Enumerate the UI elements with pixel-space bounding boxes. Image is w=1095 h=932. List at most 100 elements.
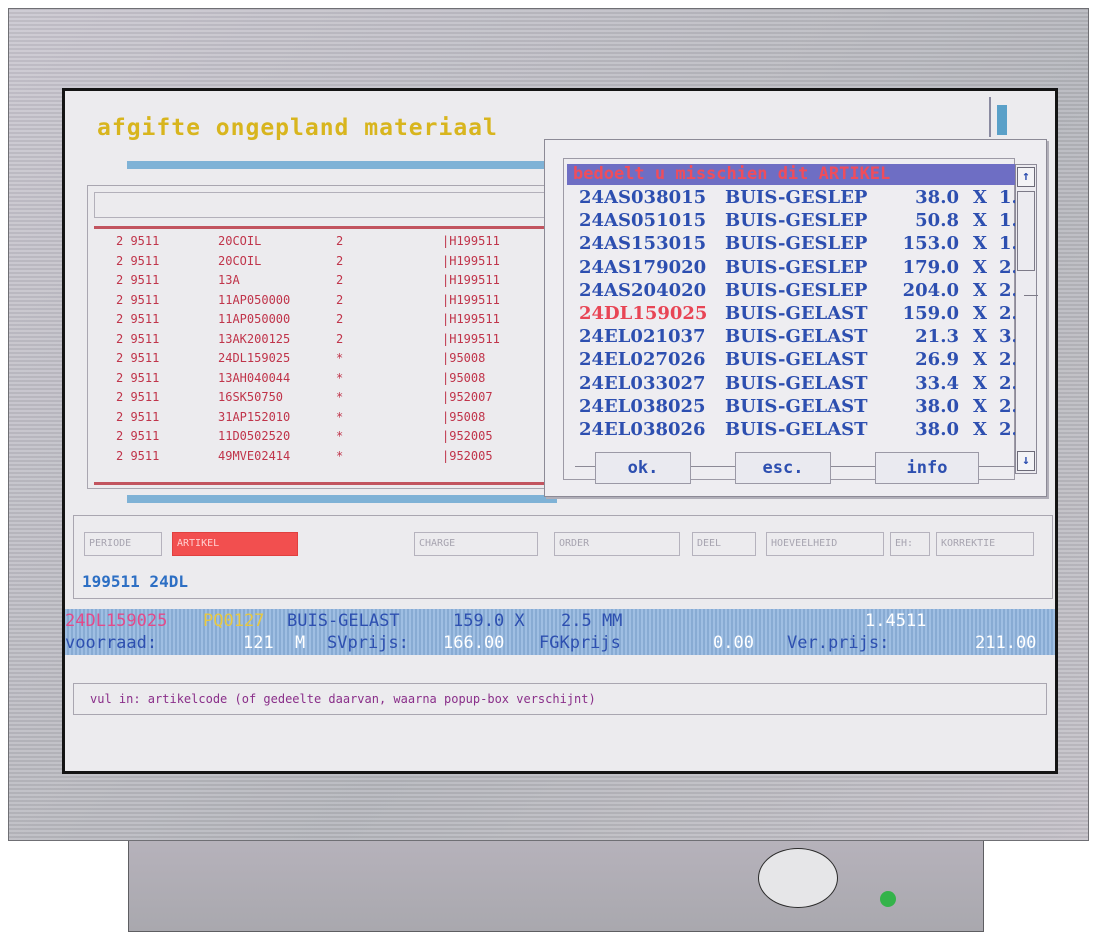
popup-list-item[interactable]: 24AS051015 BUIS-GESLEP 50.8 X 1. (579, 209, 1019, 232)
list-cell-qty: * (336, 370, 344, 385)
list-cell-qty: 2 (336, 331, 344, 346)
list-cell-qty: 2 (336, 234, 344, 248)
popup-cell-code: 24AS051015 (579, 210, 707, 232)
list-cell-code: 13A (218, 273, 240, 287)
list-item[interactable]: 2 9511 16SK50750 * |952007 (88, 390, 576, 406)
popup-cell-desc: BUIS-GESLEP (725, 210, 868, 232)
popup-cell-size: 38.0 (915, 395, 959, 417)
artikel-field[interactable]: ARTIKEL (172, 532, 298, 556)
popup-list-item[interactable]: 24DL159025 BUIS-GELAST 159.0 X 2. (579, 302, 1019, 325)
popup-cell-size: 159.0 (902, 303, 959, 324)
popup-cell-x: X (973, 233, 987, 255)
list-cell-per: 2 9511 (116, 312, 160, 326)
popup-cell-code: 24EL033027 (579, 372, 706, 394)
list-item[interactable]: 2 9511 31AP152010 * |95008 (88, 410, 576, 426)
monitor-base (128, 841, 984, 932)
popup-list-item[interactable]: 24AS153015 BUIS-GESLEP 153.0 X 1. (579, 232, 1019, 255)
popup-list-item[interactable]: 24EL038026 BUIS-GELAST 38.0 X 2. (579, 418, 1019, 441)
list-item[interactable]: 2 9511 20COIL 2 |H199511 (88, 254, 576, 270)
popup-cell-desc: BUIS-GESLEP (725, 256, 868, 278)
fgkprijs-value: 0.00 (713, 633, 754, 653)
popup-list-item[interactable]: 24EL027026 BUIS-GELAST 26.9 X 2. (579, 348, 1019, 371)
list-cell-per: 2 9511 (116, 331, 160, 346)
verprijs-label: Ver.prijs: (787, 633, 890, 653)
popup-cell-x: X (973, 256, 987, 278)
list-cell-per: 2 9511 (116, 390, 160, 404)
list-cell-per: 2 9511 (116, 409, 160, 424)
list-cell-ref: |952007 (442, 390, 493, 404)
list-header-box (94, 192, 568, 218)
list-item[interactable]: 2 9511 13A 2 |H199511 (88, 273, 576, 289)
list-cell-ref: |H199511 (442, 234, 500, 248)
list-cell-ref: |H199511 (442, 253, 500, 268)
korrektie-field[interactable]: KORREKTIE (936, 532, 1034, 556)
status-line-1: 24DL159025 PQ0127 BUIS-GELAST 159.0 X 2.… (65, 611, 1055, 631)
status-code: 24DL159025 (65, 611, 168, 631)
list-cell-qty: * (336, 448, 344, 463)
popup-cell-x: X (973, 326, 987, 348)
entry-form: PERIODE ARTIKEL CHARGE ORDER DEEL HOEVEE… (73, 515, 1053, 599)
list-cell-code: 31AP152010 (218, 409, 291, 424)
hoeveelheid-field[interactable]: HOEVEELHEID (766, 532, 884, 556)
status-wall: 2.5 MM (561, 611, 623, 631)
ok-button[interactable]: ok. (595, 452, 691, 484)
popup-cell-size: 204.0 (902, 279, 959, 301)
list-cell-qty: 2 (336, 312, 344, 326)
popup-cell-code: 24AS038015 (579, 187, 707, 208)
list-item[interactable]: 2 9511 49MVE02414 * |952005 (88, 449, 576, 465)
status-factor: 1.4511 (865, 611, 927, 631)
popup-cell-x: X (973, 349, 987, 371)
scroll-thumb[interactable] (1017, 191, 1035, 271)
charge-field[interactable]: CHARGE (414, 532, 538, 556)
arrow-down-icon[interactable]: ↓ (1017, 451, 1035, 471)
list-item[interactable]: 2 9511 11AP050000 2 |H199511 (88, 293, 576, 309)
list-item[interactable]: 2 9511 11D0502520 * |952005 (88, 429, 576, 445)
list-cell-per: 2 9511 (116, 370, 160, 385)
title-scroll-thumb[interactable] (997, 105, 1007, 135)
popup-list-item[interactable]: 24EL021037 BUIS-GELAST 21.3 X 3. (579, 325, 1019, 348)
info-button[interactable]: info (875, 452, 979, 484)
list-cell-code: 13AH040044 (218, 370, 291, 385)
popup-cell-size: 179.0 (902, 256, 959, 278)
list-cell-code: 11AP050000 (218, 292, 291, 307)
popup-cell-size: 21.3 (915, 326, 959, 348)
list-item[interactable]: 2 9511 11AP050000 2 |H199511 (88, 312, 576, 328)
voorraad-unit: M (295, 633, 306, 653)
popup-list-item[interactable]: 24AS038015 BUIS-GESLEP 38.0 X 1. (579, 186, 1019, 209)
popup-scrollbar[interactable]: ↑ ↓ (1015, 164, 1038, 474)
list-cell-per: 2 9511 (116, 351, 160, 365)
list-item[interactable]: 2 9511 13AK200125 2 |H199511 (88, 332, 576, 348)
list-top-rule (94, 226, 570, 229)
popup-cell-size: 38.0 (915, 419, 959, 440)
popup-title: bedoelt u misschien dit ARTIKEL (567, 164, 1031, 185)
list-item[interactable]: 2 9511 13AH040044 * |95008 (88, 371, 576, 387)
list-item[interactable]: 2 9511 20COIL 2 |H199511 (88, 234, 576, 250)
status-sub: PQ0127 (203, 611, 265, 631)
arrow-up-icon[interactable]: ↑ (1017, 167, 1035, 187)
periode-field[interactable]: PERIODE (84, 532, 162, 556)
esc-button[interactable]: esc. (735, 452, 831, 484)
list-cell-code: 20COIL (218, 234, 262, 248)
list-cell-per: 2 9511 (116, 273, 160, 287)
popup-list-item[interactable]: 24EL033027 BUIS-GELAST 33.4 X 2. (579, 372, 1019, 395)
list-cell-qty: * (336, 390, 344, 404)
popup-list-item[interactable]: 24AS204020 BUIS-GESLEP 204.0 X 2. (579, 279, 1019, 302)
list-cell-code: 11D0502520 (218, 429, 291, 443)
list-item[interactable]: 2 9511 24DL159025 * |95008 (88, 351, 576, 367)
popup-cell-size: 38.0 (915, 187, 959, 208)
deel-field[interactable]: DEEL (692, 532, 756, 556)
entry-input-value[interactable]: 199511 24DL (82, 572, 188, 591)
eh-field[interactable]: EH: (890, 532, 930, 556)
list-cell-ref: |95008 (442, 409, 486, 424)
popup-list-item[interactable]: 24EL038025 BUIS-GELAST 38.0 X 2. (579, 395, 1019, 418)
popup-cell-code: 24AS204020 (579, 279, 707, 301)
popup-cell-size: 33.4 (915, 372, 959, 394)
power-knob[interactable] (758, 848, 838, 908)
order-field[interactable]: ORDER (554, 532, 680, 556)
popup-list-item[interactable]: 24AS179020 BUIS-GESLEP 179.0 X 2. (579, 256, 1019, 279)
svprijs-value: 166.00 (443, 633, 505, 653)
list-cell-code: 20COIL (218, 253, 262, 268)
title-scrollbar[interactable] (989, 97, 1011, 137)
voorraad-label: voorraad: (65, 633, 158, 653)
list-cell-ref: |952005 (442, 448, 493, 463)
